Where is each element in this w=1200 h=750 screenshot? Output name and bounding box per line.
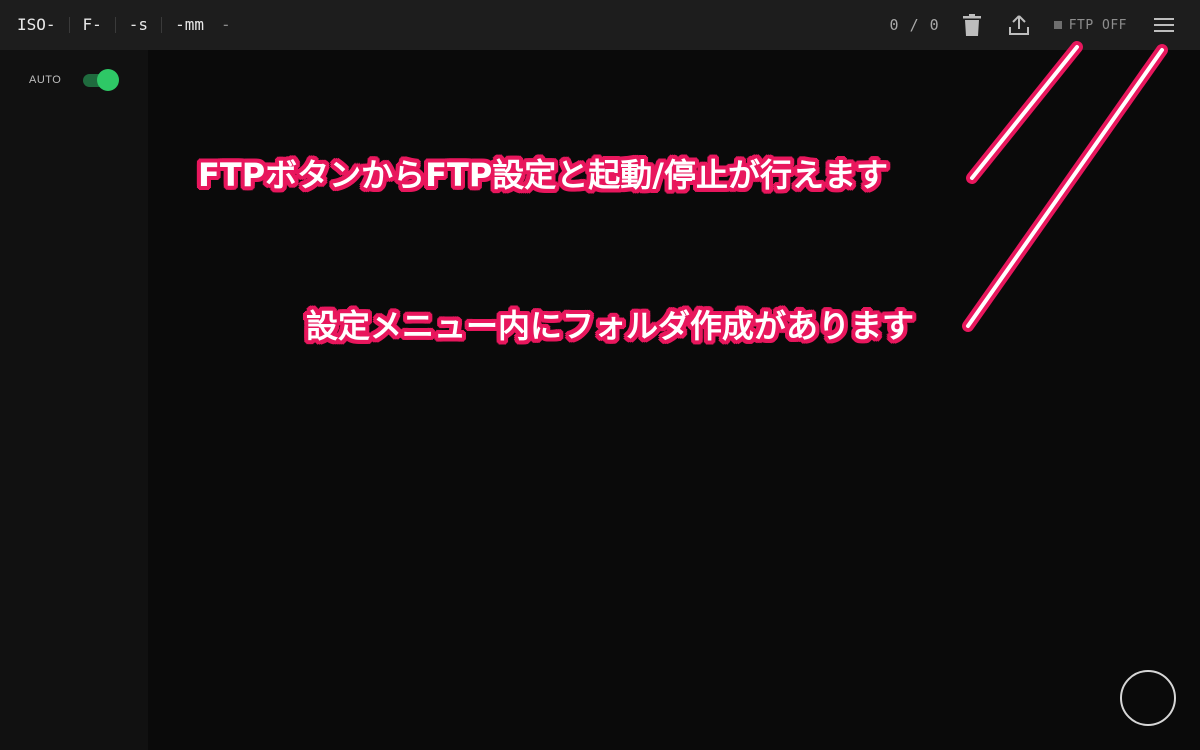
ftp-status-indicator — [1053, 21, 1062, 29]
focal-length-value: -mm — [175, 15, 204, 34]
iso-value: ISO- — [17, 15, 56, 34]
exif-readout: ISO- F- -s -mm - — [17, 16, 244, 34]
aperture-value: F- — [82, 15, 102, 34]
delete-button[interactable] — [957, 10, 987, 40]
hamburger-menu-icon — [1154, 18, 1174, 32]
settings-menu-button[interactable] — [1149, 10, 1179, 40]
ftp-status-label: FTP OFF — [1068, 17, 1127, 33]
top-bar-actions: 0 / 0 FTP OFF — [890, 0, 1200, 50]
annotation-menu-note: 設定メニュー内にフォルダ作成があります — [306, 307, 915, 345]
auto-setting: AUTO — [29, 69, 120, 91]
annotation-ftp-note: FTPボタンからFTP設定と起動/停止が行えます — [198, 156, 888, 194]
toggle-knob — [97, 69, 120, 91]
shutter-speed-value: -s — [128, 15, 149, 34]
shutter-button[interactable] — [1120, 670, 1176, 726]
auto-toggle[interactable] — [83, 69, 120, 91]
upload-icon — [1008, 15, 1029, 35]
auto-label: AUTO — [29, 74, 62, 86]
upload-button[interactable] — [1004, 10, 1034, 40]
trash-icon — [962, 14, 981, 36]
top-bar: ISO- F- -s -mm - 0 / 0 FTP OFF — [0, 0, 1200, 50]
image-counter: 0 / 0 — [889, 16, 940, 34]
ftp-button[interactable]: FTP OFF — [1053, 17, 1127, 33]
camera-app: ISO- F- -s -mm - 0 / 0 FTP OFF AUTO FTPボ… — [0, 0, 1200, 750]
sidebar: AUTO — [0, 50, 148, 750]
extra-value: - — [220, 15, 231, 34]
